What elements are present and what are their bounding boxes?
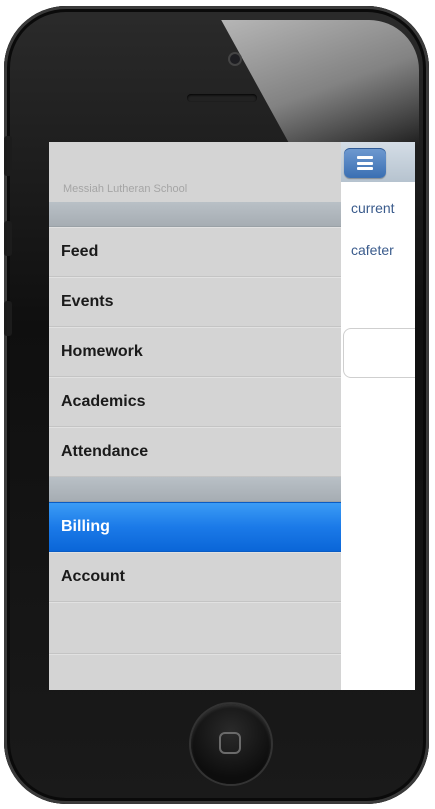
menu-item-homework[interactable]: Homework <box>49 327 341 377</box>
earpiece-speaker <box>187 94 257 102</box>
menu-item-feed[interactable]: Feed <box>49 227 341 277</box>
content-line-cafeteria[interactable]: cafeter <box>351 242 394 258</box>
volume-up-button <box>4 221 12 256</box>
front-camera <box>230 54 240 64</box>
phone-frame: Messiah Lutheran School Feed Events Home… <box>4 6 429 804</box>
menu-item-account[interactable]: Account <box>49 552 341 602</box>
glass-reflection <box>221 20 419 145</box>
content-line-current[interactable]: current <box>351 200 395 216</box>
menu-item-attendance[interactable]: Attendance <box>49 427 341 477</box>
section-divider <box>49 202 341 227</box>
mute-switch <box>4 136 12 176</box>
content-card[interactable] <box>343 328 415 378</box>
home-button[interactable] <box>191 704 271 784</box>
menu-item-events[interactable]: Events <box>49 277 341 327</box>
main-content: current cafeter <box>341 142 415 690</box>
menu-item-billing[interactable]: Billing <box>49 502 341 552</box>
screen: Messiah Lutheran School Feed Events Home… <box>49 142 415 690</box>
empty-row <box>49 602 341 654</box>
menu-item-academics[interactable]: Academics <box>49 377 341 427</box>
volume-down-button <box>4 301 12 336</box>
side-drawer: Messiah Lutheran School Feed Events Home… <box>49 142 341 690</box>
section-divider <box>49 477 341 502</box>
empty-row <box>49 654 341 690</box>
school-name: Messiah Lutheran School <box>63 183 188 195</box>
home-square-icon <box>219 732 241 754</box>
hamburger-icon <box>357 156 373 170</box>
menu-toggle-button[interactable] <box>344 148 386 178</box>
